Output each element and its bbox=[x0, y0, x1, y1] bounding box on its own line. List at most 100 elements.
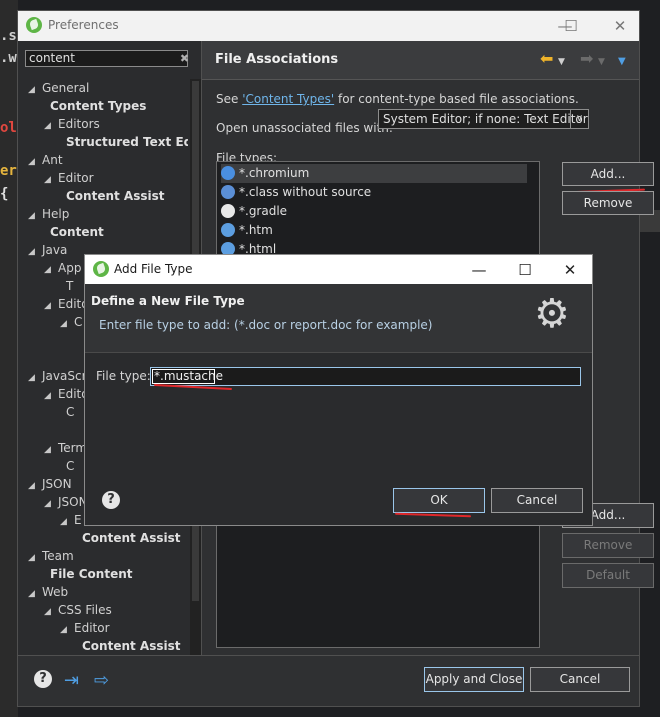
tree-item-label: CSS Files bbox=[58, 603, 112, 617]
expand-arrow-icon[interactable]: ◢ bbox=[28, 153, 42, 171]
tree-item[interactable]: ◢ Java bbox=[28, 241, 67, 259]
file-type-item[interactable]: *.chromium bbox=[221, 164, 527, 183]
expand-arrow-icon[interactable]: ◢ bbox=[44, 603, 58, 621]
expand-arrow-icon[interactable]: ◢ bbox=[28, 477, 42, 495]
content-types-link[interactable]: 'Content Types' bbox=[242, 92, 334, 106]
expand-arrow-icon[interactable]: ◢ bbox=[44, 495, 58, 513]
tree-item[interactable]: ◢ Help bbox=[28, 205, 69, 223]
tree-item[interactable]: Content Types bbox=[50, 97, 146, 115]
expand-arrow-icon[interactable]: ◢ bbox=[44, 117, 58, 135]
java-class-icon bbox=[221, 184, 235, 199]
expand-arrow-icon[interactable]: ◢ bbox=[60, 315, 74, 333]
expand-arrow-icon[interactable]: ◢ bbox=[60, 513, 74, 531]
tree-item-label: General bbox=[42, 81, 90, 95]
tree-item[interactable]: Content bbox=[50, 223, 104, 241]
background-code-line: olle bbox=[0, 120, 18, 136]
expand-arrow-icon[interactable]: ◢ bbox=[44, 441, 58, 459]
tree-item[interactable]: ◢ Editors bbox=[44, 115, 100, 133]
tree-item[interactable]: Content Assist bbox=[82, 637, 181, 655]
tree-item[interactable]: T bbox=[66, 277, 73, 295]
remove-editor-button[interactable]: Remove bbox=[562, 533, 654, 558]
dialog-help-icon[interactable]: ? bbox=[102, 491, 120, 509]
chevron-down-icon[interactable]: ∨ bbox=[570, 110, 588, 128]
default-editor-button[interactable]: Default bbox=[562, 563, 654, 588]
tree-item-label: Ant bbox=[42, 153, 63, 167]
tree-item[interactable]: File Content bbox=[50, 565, 133, 583]
tree-item[interactable]: ◢ General bbox=[28, 79, 89, 97]
maximize-button[interactable]: ☐ bbox=[559, 15, 583, 37]
background-code-line: er' bbox=[0, 163, 18, 179]
dialog-cancel-button[interactable]: Cancel bbox=[491, 488, 583, 513]
apply-and-close-button[interactable]: Apply and Close bbox=[424, 667, 524, 692]
dialog-maximize-button[interactable]: ☐ bbox=[513, 259, 537, 281]
tree-item[interactable]: Content Assist bbox=[66, 187, 165, 205]
expand-arrow-icon[interactable]: ◢ bbox=[28, 585, 42, 603]
content-types-description: See 'Content Types' for content-type bas… bbox=[216, 92, 579, 106]
add-file-type-button[interactable]: Add... bbox=[562, 162, 654, 186]
export-icon[interactable]: ⇨ bbox=[94, 670, 109, 691]
filter-input[interactable]: content bbox=[25, 50, 188, 67]
tree-item[interactable]: ◢ Edito bbox=[44, 295, 89, 313]
tree-item[interactable]: ◢ C bbox=[60, 313, 82, 331]
expand-arrow-icon[interactable]: ◢ bbox=[28, 549, 42, 567]
file-type-item[interactable]: *.htm bbox=[221, 221, 273, 240]
file-type-input[interactable]: *.mustache bbox=[150, 367, 581, 386]
file-type-item[interactable]: *.class without source bbox=[221, 183, 371, 202]
forward-arrow-icon[interactable]: ➡ bbox=[580, 51, 593, 67]
dialog-header: Define a New File Type Enter file type t… bbox=[85, 284, 592, 353]
dialog-titlebar: Add File Type — ☐ ✕ bbox=[85, 255, 592, 284]
close-button[interactable]: ✕ bbox=[608, 15, 632, 37]
expand-arrow-icon[interactable]: ◢ bbox=[28, 81, 42, 99]
tree-item[interactable]: Content Assist bbox=[82, 529, 181, 547]
expand-arrow-icon[interactable]: ◢ bbox=[44, 297, 58, 315]
expand-arrow-icon[interactable]: ◢ bbox=[28, 243, 42, 261]
ok-button[interactable]: OK bbox=[393, 488, 485, 513]
tree-item[interactable]: ◢ JSON bbox=[28, 475, 72, 493]
tree-item[interactable]: ◢ JSON bbox=[44, 493, 88, 511]
cancel-button[interactable]: Cancel bbox=[530, 667, 630, 692]
tree-item-label: Content Assist bbox=[82, 531, 181, 545]
background-code-line: .st bbox=[0, 28, 18, 44]
help-icon[interactable]: ? bbox=[34, 670, 52, 688]
import-icon[interactable]: ⇥ bbox=[64, 670, 79, 691]
expand-arrow-icon[interactable]: ◢ bbox=[44, 387, 58, 405]
expand-arrow-icon[interactable]: ◢ bbox=[28, 207, 42, 225]
background-editor bbox=[0, 0, 18, 717]
expand-arrow-icon[interactable]: ◢ bbox=[44, 261, 58, 279]
tree-item[interactable]: Structured Text Ed bbox=[66, 133, 188, 151]
file-type-name: *.chromium bbox=[239, 166, 310, 180]
background-code-line: { bbox=[0, 186, 9, 202]
tree-item[interactable]: ◢ Web bbox=[28, 583, 68, 601]
tree-item[interactable]: ◢ Ant bbox=[28, 151, 63, 169]
tree-item[interactable]: ◢ Editor bbox=[60, 619, 110, 637]
forward-menu-icon[interactable]: ▼ bbox=[598, 54, 605, 70]
tree-item-label: Content Types bbox=[50, 99, 147, 113]
dialog-close-button[interactable]: ✕ bbox=[558, 259, 582, 281]
text-selection bbox=[152, 369, 215, 384]
back-arrow-icon[interactable]: ⬅ bbox=[540, 51, 553, 67]
tree-item[interactable]: ◢ App bbox=[44, 259, 81, 277]
remove-file-type-button[interactable]: Remove bbox=[562, 191, 654, 215]
preferences-footer: ? ⇥ ⇨ Apply and Close Cancel bbox=[18, 655, 639, 707]
expand-arrow-icon[interactable]: ◢ bbox=[60, 621, 74, 639]
dialog-minimize-button[interactable]: — bbox=[467, 259, 491, 281]
file-type-item[interactable]: *.gradle bbox=[221, 202, 287, 221]
unassociated-editor-select[interactable]: System Editor; if none: Text Editor ∨ bbox=[378, 109, 589, 129]
tree-item[interactable]: ◢ Edito bbox=[44, 385, 89, 403]
clear-icon[interactable]: ✖ bbox=[178, 52, 191, 65]
tree-item[interactable]: C bbox=[66, 403, 74, 421]
tree-item[interactable]: ◢ Team bbox=[28, 547, 74, 565]
tree-item[interactable]: ◢ E bbox=[60, 511, 82, 529]
tree-item[interactable]: ◢ Editor bbox=[44, 169, 94, 187]
back-menu-icon[interactable]: ▼ bbox=[558, 54, 565, 70]
tree-item-label: C bbox=[74, 315, 83, 329]
tree-item[interactable]: ◢ Term bbox=[44, 439, 87, 457]
tree-item[interactable]: ◢ CSS Files bbox=[44, 601, 112, 619]
tree-item[interactable]: ◢ JavaScri bbox=[28, 367, 90, 385]
tree-item[interactable]: C bbox=[66, 457, 74, 475]
tree-item-label: Help bbox=[42, 207, 70, 221]
expand-arrow-icon[interactable]: ◢ bbox=[28, 369, 42, 387]
tree-item-label: T bbox=[66, 279, 74, 293]
expand-arrow-icon[interactable]: ◢ bbox=[44, 171, 58, 189]
view-menu-icon[interactable]: ▼ bbox=[618, 54, 626, 70]
